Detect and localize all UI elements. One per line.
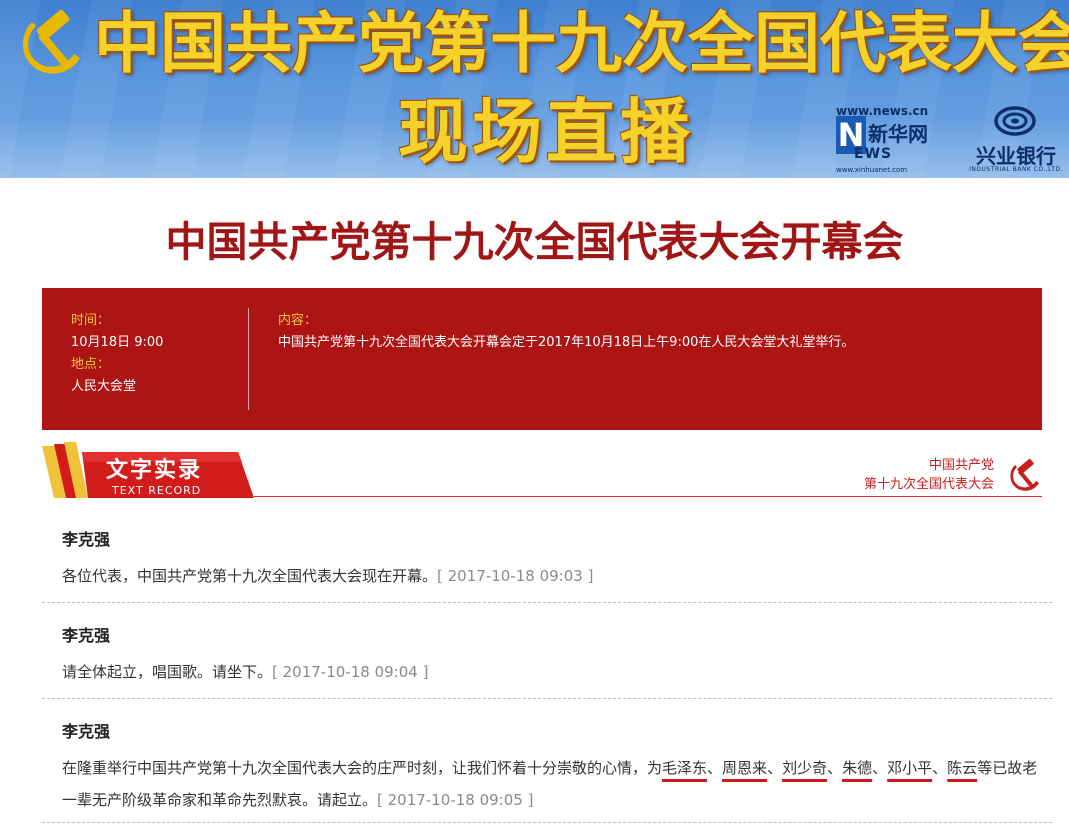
record-item: 李克强 请全体起立，唱国歌。请坐下。[ 2017-10-18 09:04 ] xyxy=(42,616,1052,699)
name-separator: 、 xyxy=(827,759,843,777)
section-divider xyxy=(254,496,1042,497)
content-label: 内容： xyxy=(278,313,318,328)
record-content-pre: 在隆重举行中国共产党第十九次全国代表大会的庄严时刻，让我们怀着十分崇敬的心情，为 xyxy=(62,759,663,777)
record-content: 各位代表，中国共产党第十九次全国代表大会现在开幕。 xyxy=(62,567,438,585)
industrial-bank-icon xyxy=(994,106,1036,136)
name-separator: 、 xyxy=(872,759,888,777)
record-item: 李克强 在隆重举行中国共产党第十九次全国代表大会的庄严时刻，让我们怀着十分崇敬的… xyxy=(42,712,1052,823)
party-badge-line1: 中国共产党 xyxy=(928,458,994,473)
name-separator: 、 xyxy=(932,759,948,777)
top-banner: 中国共产党第十九次全国代表大会 现场直播 www.news.cn N 新华网 E… xyxy=(0,0,1069,178)
banner-title: 中国共产党第十九次全国代表大会 xyxy=(94,5,1069,82)
bank-name-en: INDUSTRIAL BANK CO.,LTD. xyxy=(969,166,1063,173)
text-record-header: 文字实录 TEXT RECORD 中国共产党 第十九次全国代表大会 xyxy=(42,440,1042,502)
record-speaker: 李克强 xyxy=(62,530,111,549)
record-speaker: 李克强 xyxy=(62,722,111,741)
bank-name: 兴业银行 xyxy=(976,144,1056,168)
highlighted-name: 周恩来 xyxy=(722,759,768,777)
record-timestamp: [ 2017-10-18 09:05 ] xyxy=(377,791,534,809)
name-separator: 、 xyxy=(767,759,783,777)
record-text: 在隆重举行中国共产党第十九次全国代表大会的庄严时刻，让我们怀着十分崇敬的心情，为… xyxy=(62,752,1047,816)
highlighted-name: 陈云 xyxy=(947,759,978,777)
time-value: 10月18日 9:00 xyxy=(71,335,164,350)
info-divider xyxy=(248,308,249,410)
xinhua-ews: EWS xyxy=(854,146,893,162)
industrial-bank-logo[interactable]: 兴业银行 INDUSTRIAL BANK CO.,LTD. xyxy=(964,104,1068,176)
party-badge-line2: 第十九次全国代表大会 xyxy=(863,477,994,492)
record-text: 各位代表，中国共产党第十九次全国代表大会现在开幕。[ 2017-10-18 09… xyxy=(62,560,1047,592)
time-label: 时间： xyxy=(71,313,111,328)
record-speaker: 李克强 xyxy=(62,626,111,645)
record-timestamp: [ 2017-10-18 09:04 ] xyxy=(272,663,429,681)
highlighted-name: 毛泽东 xyxy=(662,759,708,777)
record-text: 请全体起立，唱国歌。请坐下。[ 2017-10-18 09:04 ] xyxy=(62,656,1047,688)
highlighted-name: 朱德 xyxy=(842,759,873,777)
xinhua-name: 新华网 xyxy=(868,122,928,146)
place-value: 人民大会堂 xyxy=(71,379,137,394)
highlighted-name: 邓小平 xyxy=(887,759,933,777)
section-title: 文字实录 xyxy=(106,458,203,483)
party-congress-badge: 中国共产党 第十九次全国代表大会 xyxy=(864,456,994,494)
section-subtitle: TEXT RECORD xyxy=(112,484,202,497)
event-info-box: 时间： 10月18日 9:00 地点： 人民大会堂 内容： 中国共产党第十九次全… xyxy=(42,288,1042,430)
event-content: 内容： 中国共产党第十九次全国代表大会开幕会定于2017年10月18日上午9:0… xyxy=(278,310,1018,354)
banner-subtitle: 现场直播 xyxy=(398,91,694,173)
content-value: 中国共产党第十九次全国代表大会开幕会定于2017年10月18日上午9:00在人民… xyxy=(278,335,855,350)
party-emblem-small-icon xyxy=(1010,458,1039,491)
party-emblem-icon xyxy=(22,9,80,74)
record-item: 李克强 各位代表，中国共产党第十九次全国代表大会现在开幕。[ 2017-10-1… xyxy=(42,520,1052,603)
name-separator: 、 xyxy=(707,759,723,777)
page-title: 中国共产党第十九次全国代表大会开幕会 xyxy=(165,218,904,266)
record-content: 请全体起立，唱国歌。请坐下。 xyxy=(62,663,273,681)
place-label: 地点： xyxy=(71,357,111,372)
highlighted-name: 刘少奇 xyxy=(782,759,828,777)
xinhua-logo[interactable]: www.news.cn N 新华网 EWS www.xinhuanet.com xyxy=(836,104,948,176)
xinhua-url-secondary: www.xinhuanet.com xyxy=(836,166,908,174)
record-timestamp: [ 2017-10-18 09:03 ] xyxy=(437,567,594,585)
event-meta: 时间： 10月18日 9:00 地点： 人民大会堂 xyxy=(71,310,241,398)
